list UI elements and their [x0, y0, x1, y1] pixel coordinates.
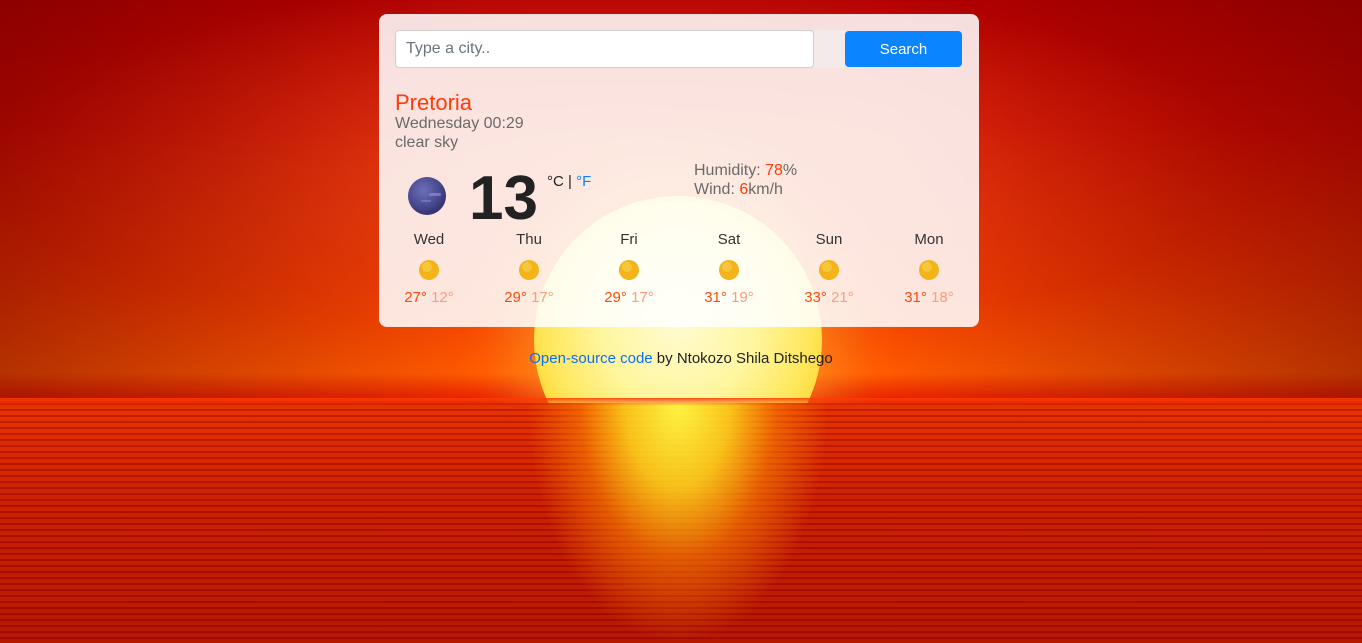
sun-icon: [619, 260, 639, 280]
sun-icon: [519, 260, 539, 280]
forecast-row: Wed 27° 12° Thu 29° 17° Fri 29° 17° Sat …: [379, 230, 979, 314]
forecast-min: 21°: [831, 289, 854, 306]
forecast-min: 18°: [931, 289, 954, 306]
sun-icon: [919, 260, 939, 280]
weather-description: clear sky: [395, 134, 459, 151]
wind-label: Wind:: [694, 181, 740, 198]
horizon-line: [0, 398, 1362, 406]
wind-unit: km/h: [748, 181, 783, 198]
forecast-max: 31°: [704, 289, 727, 306]
forecast-day-name: Thu: [516, 231, 542, 248]
night-clear-moon-icon: [408, 177, 446, 215]
unit-toggle: °C | °F: [547, 173, 591, 191]
forecast-day: Fri 29° 17°: [579, 230, 679, 307]
forecast-min: 17°: [631, 289, 654, 306]
forecast-day: Sun 33° 21°: [779, 230, 879, 307]
forecast-day: Mon 31° 18°: [879, 230, 979, 307]
sun-icon: [419, 260, 439, 280]
forecast-max: 31°: [904, 289, 927, 306]
forecast-day-name: Wed: [413, 231, 445, 248]
footer: Open-source code by Ntokozo Shila Ditshe…: [0, 350, 1362, 367]
unit-separator: |: [568, 173, 572, 190]
unit-celsius[interactable]: °C: [547, 173, 564, 190]
forecast-temps: 27° 12°: [379, 289, 479, 307]
forecast-temps: 29° 17°: [579, 289, 679, 307]
sun-icon: [719, 260, 739, 280]
wind-stat: Wind: 6km/h: [694, 181, 783, 199]
forecast-max: 27°: [404, 289, 427, 306]
city-name: Pretoria: [395, 90, 473, 115]
sea-image: [0, 403, 1362, 643]
wind-value: 6: [739, 181, 749, 198]
search-input-spacer: [814, 30, 845, 68]
forecast-day-name: Sun: [815, 231, 843, 248]
unit-fahrenheit-link[interactable]: °F: [576, 173, 591, 190]
forecast-temps: 31° 18°: [879, 289, 979, 307]
humidity-value: 78: [765, 162, 783, 179]
date-time: Wednesday 00:29: [395, 115, 524, 132]
forecast-max: 29°: [604, 289, 627, 306]
forecast-temps: 33° 21°: [779, 289, 879, 307]
search-form: Search: [395, 30, 962, 68]
weather-card: Search Pretoria Wednesday 00:29 clear sk…: [379, 14, 979, 327]
sun-icon: [819, 260, 839, 280]
forecast-temps: 31° 19°: [679, 289, 779, 307]
forecast-day-name: Mon: [914, 231, 944, 248]
forecast-day: Thu 29° 17°: [479, 230, 579, 307]
forecast-day: Sat 31° 19°: [679, 230, 779, 307]
current-temperature: 13: [469, 164, 538, 233]
humidity-label: Humidity:: [694, 162, 766, 179]
forecast-max: 29°: [504, 289, 527, 306]
search-button[interactable]: Search: [845, 31, 962, 67]
forecast-min: 12°: [431, 289, 454, 306]
forecast-day-name: Sat: [717, 231, 741, 248]
footer-author: by Ntokozo Shila Ditshego: [652, 350, 833, 367]
humidity-unit: %: [782, 162, 798, 179]
forecast-min: 19°: [731, 289, 754, 306]
humidity-stat: Humidity: 78%: [694, 162, 797, 180]
city-search-input[interactable]: [395, 30, 814, 68]
forecast-min: 17°: [531, 289, 554, 306]
forecast-day: Wed 27° 12°: [379, 230, 479, 307]
open-source-code-link[interactable]: Open-source code: [529, 350, 652, 367]
forecast-max: 33°: [804, 289, 827, 306]
forecast-temps: 29° 17°: [479, 289, 579, 307]
forecast-day-name: Fri: [620, 231, 638, 248]
